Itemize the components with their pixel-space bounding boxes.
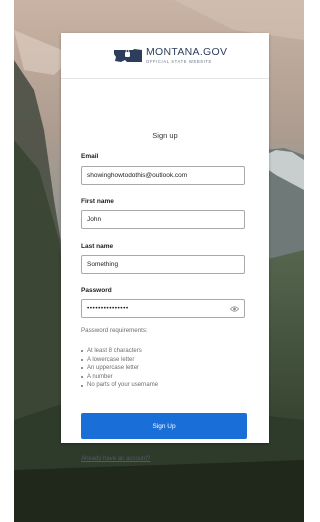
- eye-icon[interactable]: [230, 305, 239, 313]
- password-field[interactable]: •••••••••••••••: [81, 299, 245, 318]
- email-field[interactable]: showinghowtodothis@outlook.com: [81, 166, 245, 185]
- password-label: Password: [81, 287, 112, 294]
- logo-header: MONTANA.GOV OFFICIAL STATE WEBSITE: [61, 33, 269, 79]
- requirement-item: A lowercase letter: [81, 356, 158, 365]
- requirement-item: No parts of your username: [81, 381, 158, 390]
- password-value: •••••••••••••••: [87, 305, 129, 312]
- password-requirements-title: Password requirements:: [81, 327, 148, 334]
- last-name-value: Something: [87, 261, 119, 268]
- brand-tagline: OFFICIAL STATE WEBSITE: [146, 59, 212, 64]
- password-requirements-list: At least 8 characters A lowercase letter…: [81, 347, 158, 390]
- montana-gov-logo: MONTANA.GOV OFFICIAL STATE WEBSITE: [113, 47, 227, 65]
- requirement-item: An uppercase letter: [81, 364, 158, 373]
- requirement-item: At least 8 characters: [81, 347, 158, 356]
- email-value: showinghowtodothis@outlook.com: [87, 172, 188, 179]
- signup-card: MONTANA.GOV OFFICIAL STATE WEBSITE Sign …: [61, 33, 269, 462]
- last-name-field[interactable]: Something: [81, 255, 245, 274]
- last-name-label: Last name: [81, 243, 114, 250]
- first-name-label: First name: [81, 198, 114, 205]
- montana-state-icon: [114, 49, 142, 62]
- first-name-value: John: [87, 216, 102, 223]
- login-link[interactable]: Already have an account?: [81, 456, 150, 462]
- email-label: Email: [81, 153, 99, 160]
- first-name-field[interactable]: John: [81, 210, 245, 229]
- sign-up-button[interactable]: Sign Up: [81, 413, 247, 439]
- requirement-item: A number: [81, 373, 158, 382]
- brand-name: MONTANA.GOV: [146, 46, 228, 58]
- page-title: Sign up: [152, 131, 178, 140]
